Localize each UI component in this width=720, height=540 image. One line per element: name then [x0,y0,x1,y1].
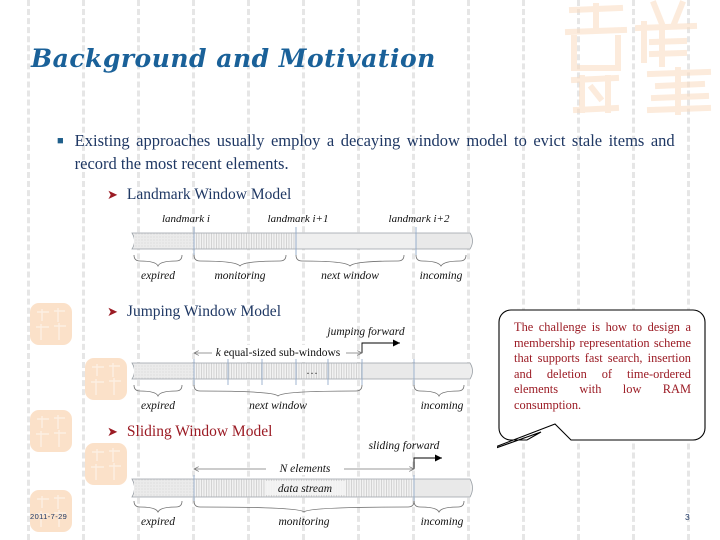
jumping-ellipsis: … [306,363,318,377]
diagram-landmark-window: landmark i landmark i+1 landmark i+2 exp… [126,209,476,289]
decorative-stamp [30,410,72,452]
arrow-bullet-icon: ➤ [107,424,118,439]
decorative-stamp [30,490,72,532]
challenge-callout: The challenge is how to design a members… [497,308,707,460]
challenge-callout-text: The challenge is how to design a members… [514,320,691,412]
jumping-bottom-label-2: incoming [421,400,464,412]
sliding-bar-label: data stream [278,483,332,495]
landmark-bottom-label-0: expired [141,270,175,282]
page-title: Background and Motivation [31,44,436,73]
arrow-bullet-icon: ➤ [107,187,118,202]
jumping-span-label: k equal-sized sub-windows [216,347,341,359]
page-number: 3 [685,512,690,522]
seal-script-watermark-icon [558,0,718,116]
landmark-top-label-2: landmark i+2 [389,213,450,225]
bullet-main: ■ Existing approaches usually employ a d… [57,129,687,175]
diagram-jumping-window: jumping forward k equal-sized sub-window… [126,323,476,415]
sliding-span-label: N elements [279,463,331,475]
diagram-sliding-window: sliding forward N elements data stream e… [126,437,476,529]
sliding-bottom-label-0: expired [141,516,175,528]
decorative-stamp [85,443,127,485]
sliding-bottom-label-2: incoming [421,516,464,528]
landmark-bottom-label-2: next window [321,270,379,282]
footer-date: 2011-7-29 [30,512,68,521]
sub-bullet-jumping: ➤ Jumping Window Model [107,303,281,321]
landmark-top-label-1: landmark i+1 [268,213,329,225]
landmark-top-label-0: landmark i [162,213,210,225]
jumping-arrow-label: jumping forward [325,326,404,338]
jumping-bottom-label-0: expired [141,400,175,412]
decorative-stamp [30,303,72,345]
square-bullet-icon: ■ [57,135,64,147]
sliding-bottom-label-1: monitoring [278,516,329,528]
sliding-arrow-label: sliding forward [369,440,440,452]
sub-bullet-label: Jumping Window Model [126,303,281,320]
landmark-bottom-label-3: incoming [420,270,463,282]
sub-bullet-landmark: ➤ Landmark Window Model [107,186,291,204]
slide-canvas: Background and Motivation ■ Existing app… [0,0,720,540]
arrow-bullet-icon: ➤ [107,304,118,319]
bullet-main-text: Existing approaches usually employ a dec… [74,131,675,173]
decorative-stamp [85,358,127,400]
landmark-bottom-label-1: monitoring [214,270,265,282]
jumping-bottom-label-1: next window [249,400,307,412]
sub-bullet-label: Landmark Window Model [126,186,292,203]
